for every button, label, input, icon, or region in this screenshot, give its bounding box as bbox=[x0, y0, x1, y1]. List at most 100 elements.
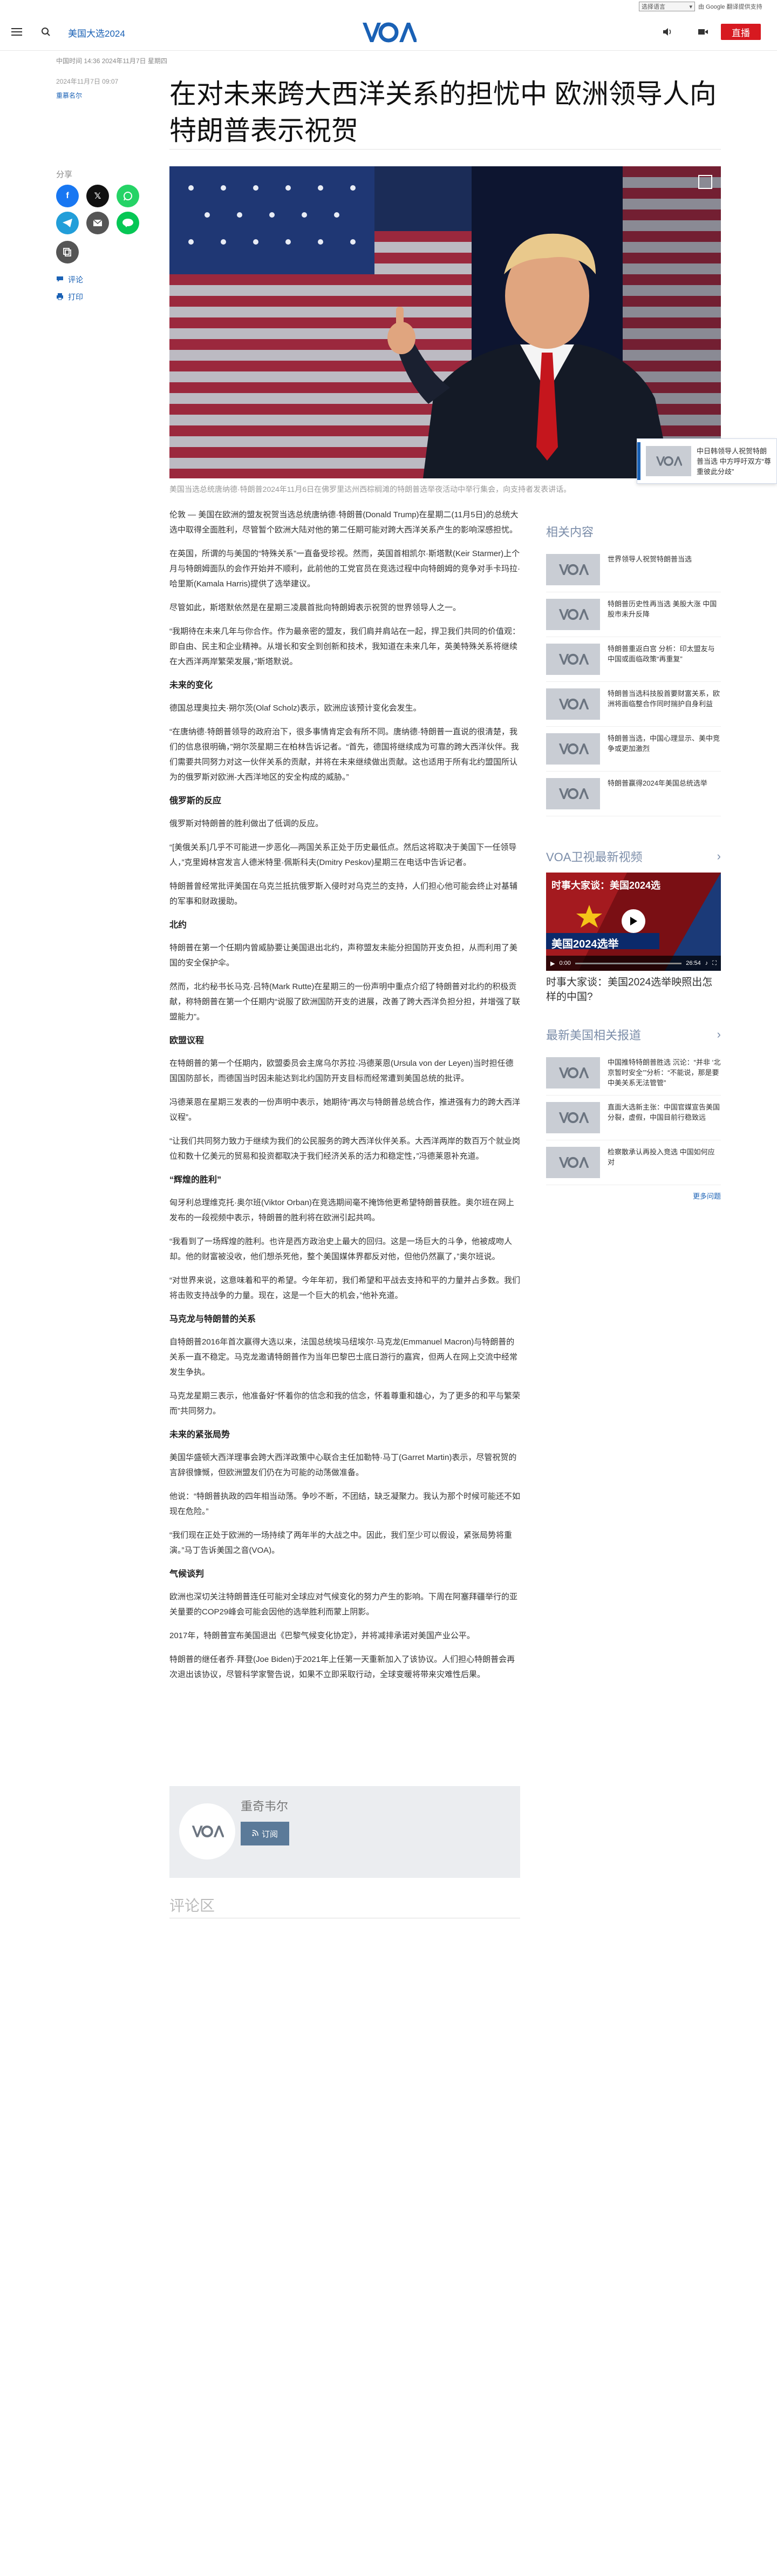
line-icon[interactable] bbox=[117, 212, 139, 234]
related-thumbnail bbox=[546, 644, 600, 675]
paragraph: 美国华盛顿大西洋理事会跨大西洋政策中心联合主任加勒特·马丁(Garret Mar… bbox=[169, 1453, 517, 1477]
header-section-link[interactable]: 美国大选2024 bbox=[68, 26, 125, 39]
voa-logo[interactable] bbox=[360, 21, 418, 44]
related-item-title: 特朗普当选科技股首要财富关系，欧洲将面临整合作同时揣护自身利益 bbox=[608, 689, 720, 708]
author-name[interactable]: 重奇韦尔 bbox=[241, 1797, 288, 1814]
latest-item[interactable]: 直面大选新主张：中国官媒宣告美国分裂，虚假，中国目前行稳致远 bbox=[546, 1096, 721, 1140]
related-item[interactable]: 特朗普当选科技股首要财富关系，欧洲将面临整合作同时揣护自身利益 bbox=[546, 682, 721, 727]
latest-thumbnail bbox=[546, 1102, 600, 1133]
volume-icon[interactable]: ♪ bbox=[705, 960, 708, 966]
paragraph: 德国总理奥拉夫·朔尔茨(Olaf Scholz)表示，欧洲应该预计变化会发生。 bbox=[169, 704, 421, 713]
menu-icon[interactable] bbox=[10, 25, 24, 39]
section-heading: 马克龙与特朗普的关系 bbox=[169, 1315, 256, 1324]
photo-caption: 美国当选总统唐纳德·特朗普2024年11月6日在佛罗里达州西棕榈滩的特朗普选举夜… bbox=[169, 485, 571, 493]
video-progress-bar[interactable] bbox=[575, 962, 682, 964]
video-play-icon[interactable]: ▶ bbox=[550, 960, 555, 967]
article-headline: 在对未来跨大西洋关系的担忧中 欧洲领导人向特朗普表示祝贺 bbox=[169, 79, 717, 146]
latest-thumbnail bbox=[546, 1057, 600, 1088]
video-icon[interactable] bbox=[696, 25, 710, 39]
section-heading: “辉煌的胜利” bbox=[169, 1175, 222, 1185]
author-avatar bbox=[179, 1803, 235, 1860]
paragraph: 特朗普在第一个任期内曾威胁要让美国退出北约，声称盟友未能分担国防开支负担，从而利… bbox=[169, 943, 518, 968]
paragraph: “我期待在未来几年与你合作。作为最亲密的盟友，我们肩并肩站在一起，捍卫我们共同的… bbox=[169, 627, 520, 666]
related-thumbnail bbox=[546, 554, 600, 585]
paragraph: 在特朗普的第一个任期内，欧盟委员会主席乌尔苏拉·冯德莱恩(Ursula von … bbox=[169, 1059, 514, 1083]
related-item[interactable]: 特朗普重返白宫 分析：印太盟友与中国或面临政策“再重复” bbox=[546, 637, 721, 682]
paragraph: 冯德莱恩在星期三发表的一份声明中表示，她期待“再次与特朗普总统合作，推进强有力的… bbox=[169, 1098, 520, 1122]
latest-item-title: 检察散承认再投入竞选 中国如何应对 bbox=[608, 1148, 715, 1166]
paragraph: “让我们共同努力致力于继续为我们的公民服务的跨大西洋伙伴关系。大西洋两岸的数百万… bbox=[169, 1137, 520, 1161]
latest-item[interactable]: 检察散承认再投入竞选 中国如何应对 bbox=[546, 1140, 721, 1185]
article-meta-line: 中国时间 14:36 2024年11月7日 星期四 bbox=[56, 57, 167, 65]
latest-title-text: 最新美国相关报道 bbox=[546, 1029, 642, 1042]
comment-icon bbox=[56, 275, 64, 284]
video-player[interactable]: 时事大家谈：美国2024选 美国2024选举 ▶ 0:00 26:54 ♪ ⛶ bbox=[546, 873, 721, 971]
video-section-title[interactable]: VOA卫视最新视频 › bbox=[546, 848, 721, 865]
paragraph: 俄罗斯对特朗普的胜利做出了低调的反应。 bbox=[169, 819, 324, 828]
rss-icon bbox=[252, 1829, 258, 1838]
video-section-title-text: VOA卫视最新视频 bbox=[546, 850, 643, 864]
paragraph: 特朗普的继任者乔·拜登(Joe Biden)于2021年上任第一天重新加入了该协… bbox=[169, 1655, 515, 1679]
article-body: 伦敦 — 美国在欧洲的盟友祝贺当选总统唐纳德·特朗普(Donald Trump)… bbox=[169, 508, 520, 1691]
related-item-title: 特朗普当选，中国心理显示、美中竞争或更加激烈 bbox=[608, 734, 720, 753]
related-item[interactable]: 世界领导人祝贺特朗普当选 bbox=[546, 547, 721, 592]
video-caption[interactable]: 时事大家谈：美国2024选举映照出怎样的中国? bbox=[546, 975, 721, 1004]
chevron-down-icon: ▾ bbox=[689, 3, 692, 10]
whatsapp-icon[interactable] bbox=[117, 185, 139, 207]
paragraph: 2017年，特朗普宣布美国退出《巴黎气候变化协定》，并将减排承诺对美国产业公平。 bbox=[169, 1631, 475, 1640]
latest-item[interactable]: 中国推特特朗普胜选 沉论：“并非 ‘北京暂时安全’”分析：“不能说，那是要中美关… bbox=[546, 1051, 721, 1096]
floating-related-card[interactable]: 中日韩领导人祝贺特朗普当选 中方呼吁双方“尊重彼此分歧” bbox=[637, 438, 777, 484]
related-title-text: 相关内容 bbox=[546, 525, 594, 539]
telegram-icon[interactable] bbox=[56, 212, 79, 234]
print-link[interactable]: 打印 bbox=[56, 292, 83, 302]
latest-thumbnail bbox=[546, 1147, 600, 1178]
fullscreen-video-icon[interactable]: ⛶ bbox=[712, 960, 717, 967]
share-row-3 bbox=[56, 241, 79, 263]
section-heading: 俄罗斯的反应 bbox=[169, 796, 222, 806]
audio-icon[interactable] bbox=[660, 25, 674, 39]
latest-item-title: 直面大选新主张：中国官媒宣告美国分裂，虚假，中国目前行稳致远 bbox=[608, 1103, 720, 1121]
related-thumbnail bbox=[546, 599, 600, 630]
paragraph: 伦敦 — 美国在欧洲的盟友祝贺当选总统唐纳德·特朗普(Donald Trump)… bbox=[169, 510, 519, 535]
x-twitter-icon[interactable]: 𝕏 bbox=[86, 185, 109, 207]
paragraph: 尽管如此，斯塔默依然是在星期三凌晨首批向特朗姆表示祝贺的世界领导人之一。 bbox=[169, 603, 461, 612]
video-overlay-banner: 美国2024选举 bbox=[551, 938, 619, 950]
play-icon[interactable] bbox=[622, 909, 645, 933]
related-item[interactable]: 特朗普当选，中国心理显示、美中竞争或更加激烈 bbox=[546, 727, 721, 772]
facebook-icon[interactable]: f bbox=[56, 185, 79, 207]
latest-title[interactable]: 最新美国相关报道 › bbox=[546, 1026, 721, 1043]
fullscreen-icon[interactable] bbox=[698, 175, 712, 189]
article-author[interactable]: 重慕名尔 bbox=[56, 91, 82, 100]
comment-link[interactable]: 评论 bbox=[56, 274, 83, 285]
copy-link-icon[interactable] bbox=[56, 241, 79, 263]
more-link[interactable]: 更多问题 bbox=[546, 1191, 721, 1201]
author-box: 重奇韦尔 订阅 bbox=[169, 1786, 520, 1878]
live-button[interactable]: 直播 bbox=[721, 24, 761, 40]
section-heading: 未来的紧张局势 bbox=[169, 1430, 230, 1439]
subscribe-label: 订阅 bbox=[261, 1829, 278, 1839]
language-select[interactable]: 选择语言 ▾ bbox=[639, 2, 695, 11]
translate-bar: 选择语言 ▾ 由 Google 翻译提供支持 bbox=[637, 0, 777, 13]
email-icon[interactable] bbox=[86, 212, 109, 234]
video-current-time: 0:00 bbox=[559, 960, 571, 966]
paragraph: “我们现在正处于欧洲的一场持续了两年半的大战之中。因此，我们至少可以假设，紧张局… bbox=[169, 1531, 512, 1555]
section-heading: 气候谈判 bbox=[169, 1570, 205, 1579]
hero-photo bbox=[169, 166, 721, 478]
title-divider bbox=[169, 149, 721, 150]
paragraph: 特朗普曾经常批评美国在乌克兰抵抗俄罗斯入侵时对乌克兰的支持，人们担心他可能会终止… bbox=[169, 882, 518, 906]
related-item[interactable]: 特朗普历史性再当选 美股大涨 中国股市未升反降 bbox=[546, 592, 721, 637]
related-item[interactable]: 特朗普赢得2024年美国总统选举 bbox=[546, 772, 721, 816]
paragraph: “对世界来说，这意味着和平的希望。今年年初，我们希望和平战去支持和平的力量并占多… bbox=[169, 1276, 520, 1300]
print-link-label: 打印 bbox=[68, 293, 83, 301]
subscribe-button[interactable]: 订阅 bbox=[241, 1822, 289, 1845]
section-heading: 北约 bbox=[169, 921, 187, 930]
related-thumbnail bbox=[546, 688, 600, 720]
video-controls: ▶ 0:00 26:54 ♪ ⛶ bbox=[546, 956, 721, 971]
related-content: 相关内容 世界领导人祝贺特朗普当选 特朗普历史性再当选 美股大涨 中国股市未升反… bbox=[546, 523, 721, 816]
related-title: 相关内容 bbox=[546, 523, 721, 540]
related-item-title: 特朗普赢得2024年美国总统选举 bbox=[608, 779, 707, 787]
comments-title: 评论区 bbox=[169, 1897, 215, 1914]
paragraph: 然而，北约秘书长马克·吕特(Mark Rutte)在星期三的一份声明中重点介绍了… bbox=[169, 982, 520, 1022]
related-thumbnail bbox=[546, 778, 600, 809]
search-icon[interactable] bbox=[39, 25, 53, 39]
